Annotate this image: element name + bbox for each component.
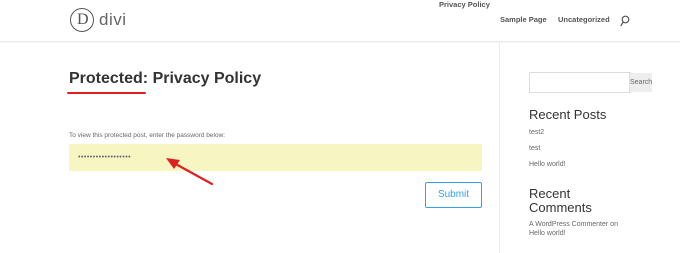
site-logo[interactable]: D divi (70, 8, 127, 32)
content-divider (499, 42, 500, 253)
sidebar-search-input[interactable] (530, 73, 629, 92)
submit-button[interactable]: Submit (425, 182, 482, 208)
comment-post-link[interactable]: Hello world! (529, 229, 566, 238)
nav-item-privacy-policy[interactable]: Privacy Policy (439, 0, 490, 9)
password-field[interactable]: •••••••••••••••••• (69, 144, 482, 171)
recent-comments-title-line1: Recent (529, 186, 571, 201)
site-header: D divi Privacy Policy Sample Page Uncate… (0, 0, 680, 42)
recent-comments-title-line2: Comments (529, 200, 592, 215)
recent-comment-entry: A WordPress Commenter on (529, 220, 618, 229)
nav-item-uncategorized[interactable]: Uncategorized (558, 15, 610, 24)
recent-post-link[interactable]: Hello world! (529, 161, 566, 168)
title-protected-label: Protected: (69, 70, 149, 87)
comment-on-text: on (608, 221, 618, 228)
title-page-name: Privacy Policy (148, 70, 262, 87)
comment-author-link[interactable]: A WordPress Commenter (529, 221, 608, 228)
sidebar-search: Search (529, 72, 653, 93)
password-prompt-text: To view this protected post, enter the p… (69, 132, 226, 139)
page-title: Protected: Privacy Policy (69, 70, 261, 88)
logo-letter: D (77, 11, 89, 28)
logo-text: divi (99, 10, 127, 29)
recent-post-link[interactable]: test2 (529, 129, 544, 136)
annotation-underline (67, 92, 146, 94)
recent-post-link[interactable]: test (529, 145, 540, 152)
sidebar-search-button[interactable]: Search (629, 73, 653, 92)
recent-posts-title: Recent Posts (529, 107, 607, 122)
nav-item-sample-page[interactable]: Sample Page (500, 15, 547, 24)
search-icon[interactable] (620, 15, 630, 27)
logo-mark-icon: D (70, 8, 94, 32)
